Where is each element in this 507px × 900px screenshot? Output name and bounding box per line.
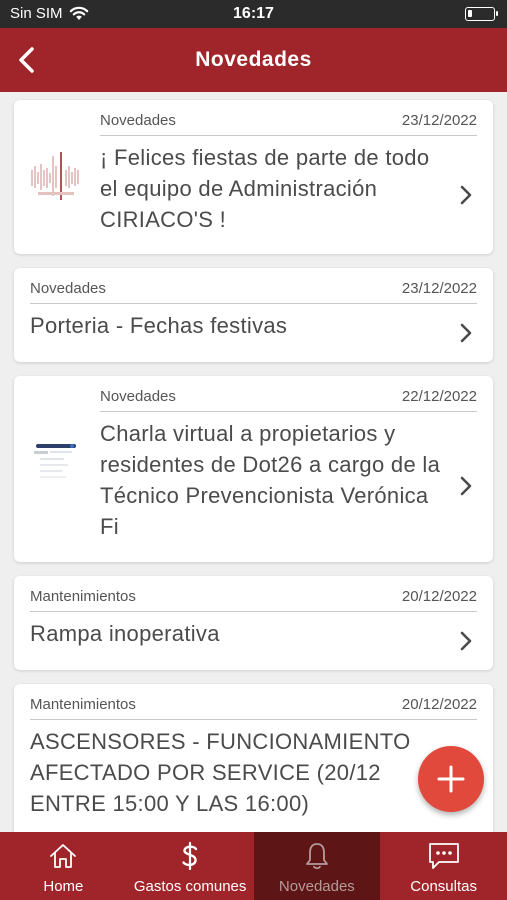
page-title: Novedades	[195, 48, 312, 71]
plus-icon	[437, 765, 465, 793]
card-date: 20/12/2022	[401, 696, 477, 713]
chat-icon	[428, 843, 459, 869]
nav-gastos-comunes[interactable]: Gastos comunes	[127, 832, 254, 900]
chevron-right-icon	[460, 631, 472, 651]
card-title: Charla virtual a propietarios y resident…	[100, 421, 441, 539]
news-card[interactable]: Novedades 23/12/2022 Porteria - Fechas f…	[14, 268, 493, 362]
add-button[interactable]	[418, 746, 484, 812]
card-category: Novedades	[100, 112, 176, 129]
home-icon	[50, 844, 77, 868]
nav-gastos-comunes-label: Gastos comunes	[133, 878, 247, 895]
card-date: 22/12/2022	[401, 388, 477, 405]
news-thumbnail	[28, 438, 86, 496]
battery-icon	[465, 7, 498, 21]
card-title: Rampa inoperativa	[30, 621, 220, 646]
nav-home-label: Home	[43, 878, 84, 895]
card-meta: Novedades 22/12/2022	[100, 388, 477, 412]
chevron-right-icon	[460, 323, 472, 343]
card-category: Novedades	[30, 280, 106, 297]
card-title: ASCENSORES - FUNCIONAMIENTO AFECTADO POR…	[30, 729, 411, 816]
nav-novedades-label: Novedades	[278, 878, 355, 895]
card-date: 20/12/2022	[401, 588, 477, 605]
card-title: ¡ Felices fiestas de parte de todo el eq…	[100, 145, 430, 232]
card-body: Novedades 23/12/2022 Porteria - Fechas f…	[14, 268, 493, 353]
nav-home[interactable]: Home	[0, 832, 127, 900]
app-header: Novedades	[0, 28, 507, 92]
card-title: Porteria - Fechas festivas	[30, 313, 288, 338]
card-meta: Novedades 23/12/2022	[100, 112, 477, 136]
news-card[interactable]: Novedades 22/12/2022 Charla virtual a pr…	[14, 376, 493, 562]
card-body: Mantenimientos 20/12/2022 Rampa inoperat…	[14, 576, 493, 661]
clock: 16:17	[233, 5, 274, 22]
dollar-icon	[182, 841, 198, 871]
news-card[interactable]: Novedades 23/12/2022 ¡ Felices fiestas d…	[14, 100, 493, 254]
nav-novedades[interactable]: Novedades	[253, 832, 381, 900]
chevron-right-icon	[460, 476, 472, 496]
card-meta: Mantenimientos 20/12/2022	[30, 696, 477, 720]
card-category: Novedades	[100, 388, 176, 405]
nav-consultas-label: Consultas	[410, 878, 477, 895]
news-card[interactable]: Mantenimientos 20/12/2022 ASCENSORES - F…	[14, 684, 493, 832]
card-category: Mantenimientos	[30, 588, 136, 605]
card-category: Mantenimientos	[30, 696, 136, 713]
news-list[interactable]: Novedades 23/12/2022 ¡ Felices fiestas d…	[0, 92, 507, 832]
card-meta: Novedades 23/12/2022	[30, 280, 477, 304]
bell-icon	[305, 843, 328, 870]
nav-consultas[interactable]: Consultas	[380, 832, 507, 900]
news-card[interactable]: Mantenimientos 20/12/2022 Rampa inoperat…	[14, 576, 493, 670]
card-meta: Mantenimientos 20/12/2022	[30, 588, 477, 612]
status-bar: Sin SIM 16:17	[0, 0, 507, 28]
news-thumbnail	[28, 148, 86, 206]
bottom-nav: Home Gastos comunes Novedades Consultas	[0, 832, 507, 900]
chevron-right-icon	[460, 185, 472, 205]
card-date: 23/12/2022	[401, 112, 477, 129]
card-body: Mantenimientos 20/12/2022 ASCENSORES - F…	[14, 684, 493, 831]
card-date: 23/12/2022	[401, 280, 477, 297]
